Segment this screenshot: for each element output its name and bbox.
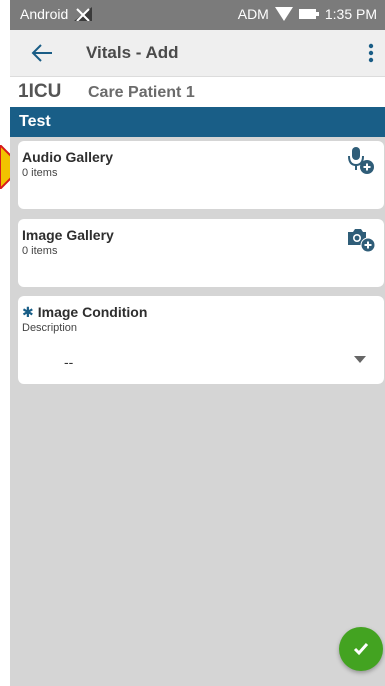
section-title: Test: [19, 113, 51, 130]
page-title: Vitals - Add: [86, 43, 179, 62]
save-fab-button[interactable]: [339, 627, 383, 671]
more-vert-icon[interactable]: [365, 41, 377, 65]
image-condition-description: Description: [22, 322, 78, 334]
image-condition-card: ✱ Image Condition Description --: [18, 296, 384, 384]
image-condition-label: Image Condition: [37, 304, 148, 320]
image-condition-select[interactable]: --: [18, 340, 384, 384]
audio-gallery-card[interactable]: Audio Gallery 0 items: [18, 141, 384, 209]
add-camera-icon[interactable]: [346, 223, 376, 253]
image-gallery-count: 0 items: [22, 245, 58, 257]
select-value: --: [64, 354, 74, 370]
section-header: Test: [10, 107, 385, 137]
required-mark: ✱: [22, 304, 34, 320]
battery-icon: [298, 9, 319, 19]
unit-label: 1ICU: [18, 81, 62, 102]
chevron-down-icon: [354, 356, 366, 363]
patient-name: Care Patient 1: [88, 84, 195, 101]
audio-gallery-count: 0 items: [22, 167, 58, 179]
image-condition-title: ✱ Image Condition: [22, 304, 147, 321]
no-signal-icon: [74, 7, 93, 21]
network-label: ADM: [237, 6, 269, 22]
carrier-label: Android: [20, 6, 69, 22]
image-gallery-title: Image Gallery: [22, 227, 114, 243]
image-gallery-card[interactable]: Image Gallery 0 items: [18, 219, 384, 287]
app-bar: Vitals - Add: [10, 30, 385, 76]
arrow-left-icon[interactable]: [30, 42, 54, 64]
add-microphone-icon[interactable]: [346, 145, 376, 175]
patient-header: 1ICU Care Patient 1: [10, 76, 385, 107]
device-screen: Android ADM 1:35 PM Vitals - Add 1ICU Ca…: [10, 0, 385, 686]
audio-gallery-title: Audio Gallery: [22, 149, 114, 165]
check-icon: [353, 643, 369, 656]
wifi-icon: [274, 7, 293, 21]
clock: 1:35 PM: [324, 6, 377, 22]
status-bar: Android ADM 1:35 PM: [10, 0, 385, 30]
